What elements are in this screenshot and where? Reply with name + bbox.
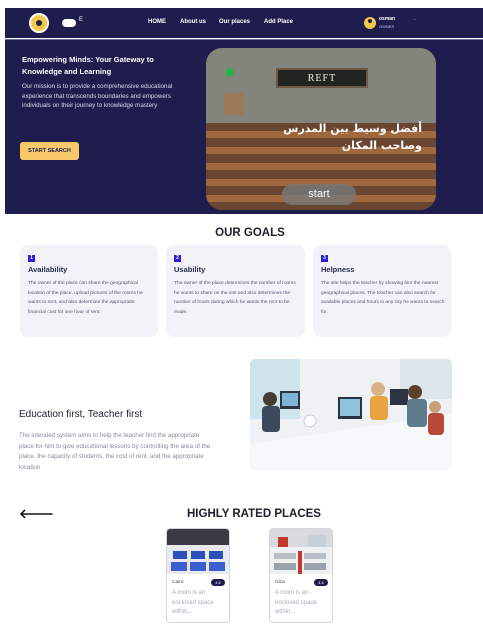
classroom-board: REFT [276,68,368,88]
goal-number-badge: 1 [28,255,35,262]
logo-icon[interactable] [29,13,49,33]
podium [224,93,244,115]
goal-text: The owner of the place determines the nu… [174,281,296,315]
hero-arabic-slogan-line2: وصاحب المكان [341,139,422,152]
user-menu-chevron-icon[interactable]: . [414,16,416,22]
education-text: The intended system aims to help the tea… [19,432,211,471]
nav-link-about-us[interactable]: About us [180,19,206,25]
back-arrow-icon[interactable]: 🡐 [19,506,54,522]
seat-row [206,163,436,170]
hero-section: Empowering Minds: Your Gateway to Knowle… [5,40,483,214]
user-avatar-icon[interactable] [364,17,376,29]
goal-title: Usability [174,265,206,274]
place-description: A room is an enclosed space within... [172,590,214,615]
verified-check-icon [225,68,234,77]
start-search-button[interactable]: START SEARCH [20,142,79,160]
place-card-giza[interactable]: Giza 4.4 A room is an enclosed space wit… [269,528,333,623]
theme-toggle[interactable] [62,19,76,27]
place-rating-badge: 4.6 [211,579,225,586]
goal-title: Availability [28,265,68,274]
hero-arabic-slogan-line1: أفضل وسيط بين المدرس [283,122,422,135]
place-rating-badge: 4.4 [314,579,328,586]
goal-card-availability: 1 Availability The owner of the place ca… [20,245,158,337]
place-description: A room is an enclosed space within... [275,590,317,615]
rated-places-title: HIGHLY RATED PLACES [187,508,321,520]
goal-number-badge: 2 [174,255,181,262]
start-button[interactable]: start [282,184,356,205]
board-text: REFT [307,73,337,84]
nav-link-home[interactable]: HOME [148,19,166,25]
place-photo-cairo [167,529,229,574]
computer-lab-image [250,359,452,470]
place-card-cairo[interactable]: Cairo 4.6 A room is an enclosed space wi… [166,528,230,623]
user-role: OWNER [379,24,395,29]
hero-classroom-image: REFT أفضل وسيط بين المدرس وصاحب المكان s… [206,48,436,210]
education-title: Education first, Teacher first [19,409,143,420]
user-name[interactable]: osman [379,16,395,22]
language-toggle-label[interactable]: E [79,17,83,23]
place-city: Cairo [172,580,184,585]
goal-card-helpness: 3 Helpness The site helps the teacher by… [313,245,451,337]
computer-lab-illustration [250,359,452,470]
goal-title: Helpness [321,265,355,274]
nav-link-add-place[interactable]: Add Place [264,19,293,25]
goals-title: OUR GOALS [215,227,285,239]
navbar: E HOME About us Our places Add Place osm… [5,8,483,38]
goal-number-badge: 3 [321,255,328,262]
place-city: Giza [275,580,285,585]
goal-text: The owner of the place can share the geo… [28,281,143,315]
goal-card-usability: 2 Usability The owner of the place deter… [166,245,305,337]
nav-link-our-places[interactable]: Our places [219,19,250,25]
hero-title: Empowering Minds: Your Gateway to Knowle… [22,55,154,76]
place-photo-giza [270,529,332,574]
hero-description: Our mission is to provide a comprehensiv… [22,83,173,109]
goal-text: The site helps the teacher by showing hi… [321,281,445,315]
